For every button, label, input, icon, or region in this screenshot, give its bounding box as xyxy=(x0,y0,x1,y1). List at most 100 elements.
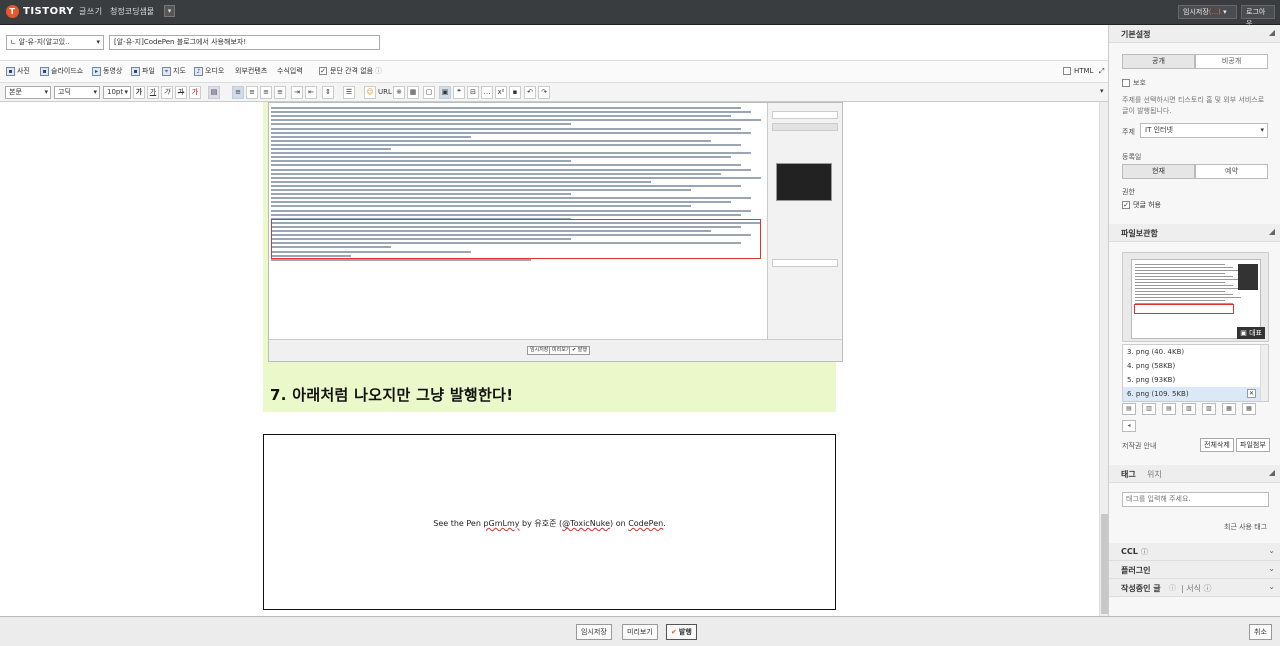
codepen-embed[interactable]: See the Pen pGmLmy by 유호준 (@ToxicNuke) o… xyxy=(263,434,836,610)
grid-icon[interactable]: ▦ xyxy=(1222,403,1236,415)
embedded-screenshot[interactable]: 임시저장 미리보기 ✔ 발행 xyxy=(268,102,843,362)
title-input[interactable]: [알-유-지]CodePen 블로그에서 사용해보자! xyxy=(109,35,380,50)
quote-icon[interactable]: ❝ xyxy=(453,86,465,99)
list-icon[interactable]: ☰ xyxy=(343,86,355,99)
blog-dropdown-icon[interactable]: ▾ xyxy=(164,5,175,17)
font-size-select[interactable]: 10pt ▾ xyxy=(103,86,131,99)
insert-slideshow-button[interactable]: ▪ 슬라이드쇼 xyxy=(40,65,83,77)
underline-icon[interactable]: 가 xyxy=(147,86,159,99)
quote-box-icon[interactable]: ▣ xyxy=(439,86,451,99)
outdent-icon[interactable]: ⇤ xyxy=(305,86,317,99)
cancel-button[interactable]: 취소 xyxy=(1249,624,1272,640)
protect-checkbox[interactable]: 보호 xyxy=(1122,78,1146,88)
allow-comments-checkbox[interactable]: ✓ 댓글 허용 xyxy=(1122,200,1161,210)
block-format-select[interactable]: 본문 ▾ xyxy=(5,86,51,99)
audio-file-icon[interactable]: ◂ xyxy=(1122,420,1136,432)
insert-audio-button[interactable]: ♪ 오디오 xyxy=(194,65,224,77)
representative-badge[interactable]: ▣ 대표 xyxy=(1237,327,1265,339)
pen-link[interactable]: pGmLmy xyxy=(483,519,519,528)
scrollbar-thumb[interactable] xyxy=(1101,514,1108,614)
align-justify-icon[interactable]: ≡ xyxy=(274,86,286,99)
align-center-image-icon[interactable]: ▥ xyxy=(1142,403,1156,415)
blog-name[interactable]: 청정코딩샘물 xyxy=(110,6,154,17)
paragraph-spacing-checkbox[interactable]: ✓ 문단 간격 없음 ⓘ xyxy=(319,65,382,77)
ccl-header[interactable]: CCL ⓘ ⌄ xyxy=(1109,543,1280,561)
italic-icon[interactable]: 가 xyxy=(161,86,173,99)
url-link-button[interactable]: URL xyxy=(378,88,392,96)
bold-icon[interactable]: 가 xyxy=(133,86,145,99)
category-select[interactable]: ㄴ 알-유-지(알고있.. ▾ xyxy=(6,35,104,50)
collapse-icon: ◢ xyxy=(1268,227,1275,236)
special-char-icon[interactable]: ※ xyxy=(393,86,405,99)
align-left-icon[interactable]: ≡ xyxy=(232,86,244,99)
fullscreen-icon[interactable]: ⤢ xyxy=(1099,65,1105,77)
topic-select[interactable]: IT 인터넷 ▾ xyxy=(1140,123,1268,138)
indent-icon[interactable]: ⇥ xyxy=(291,86,303,99)
editor-scrollbar[interactable] xyxy=(1099,102,1108,616)
register-now[interactable]: 현재 xyxy=(1122,164,1195,179)
file-list-item[interactable]: 5. png (93KB) xyxy=(1123,373,1268,387)
align-left-image-icon[interactable]: ▤ xyxy=(1122,403,1136,415)
insert-photo-button[interactable]: ▪ 사진 xyxy=(6,65,30,77)
temp-save-button[interactable]: 임시저장 xyxy=(576,624,612,640)
redo-icon[interactable]: ↷ xyxy=(538,86,550,99)
recent-tags-link[interactable]: 최근 사용 태그 xyxy=(1224,522,1267,532)
highlight-color-icon[interactable]: ▤ xyxy=(208,86,220,99)
visibility-private[interactable]: 비공개 xyxy=(1195,54,1268,69)
insert-video-button[interactable]: ▸ 동영상 xyxy=(92,65,122,77)
html-mode-checkbox[interactable]: HTML xyxy=(1063,65,1093,77)
insert-external-button[interactable]: 외부컨텐츠 xyxy=(235,65,267,77)
publish-button[interactable]: ✔ 발행 xyxy=(666,624,697,640)
delete-all-button[interactable]: 전체삭제 xyxy=(1200,438,1234,452)
editor-content[interactable]: 임시저장 미리보기 ✔ 발행 7. 아래처럼 나오지만 그냥 발행한다! See… xyxy=(0,102,1108,616)
preview-button[interactable]: 미리보기 xyxy=(622,624,658,640)
register-reserve[interactable]: 예약 xyxy=(1195,164,1268,179)
writing-header[interactable]: 작성중인 글 ⓘ | 서식 ⓘ ⌄ xyxy=(1109,579,1280,597)
undo-icon[interactable]: ↶ xyxy=(524,86,536,99)
file-list-item-selected[interactable]: 6. png (109. 5KB) ✕ xyxy=(1123,387,1268,401)
expand-toolbar-icon[interactable]: ▾ xyxy=(1100,87,1104,95)
page-break-icon[interactable]: ⊟ xyxy=(467,86,479,99)
tistory-logo[interactable]: T TISTORY 글쓰기 xyxy=(6,5,103,18)
file-storage-header[interactable]: 파일보관함 ◢ xyxy=(1109,224,1280,242)
tab-location[interactable]: 위치 xyxy=(1147,469,1162,480)
file-list-scrollbar[interactable] xyxy=(1260,345,1268,401)
temp-save-list-button[interactable]: 임시저장(...) ▾ xyxy=(1178,5,1237,19)
insert-formula-button[interactable]: 수식입력 xyxy=(277,65,303,77)
help-icon: ⓘ xyxy=(375,67,383,75)
code-line xyxy=(271,119,761,122)
align-right-icon[interactable]: ≡ xyxy=(260,86,272,99)
font-select[interactable]: 고딕 ▾ xyxy=(54,86,100,99)
align-center-icon[interactable]: ≡ xyxy=(246,86,258,99)
more-icon[interactable]: … xyxy=(481,86,493,99)
codepen-link[interactable]: CodePen xyxy=(628,519,663,528)
copyright-label[interactable]: 저작권 안내 xyxy=(1122,441,1156,451)
tag-input[interactable]: 태그를 입력해 주세요. xyxy=(1122,492,1269,507)
align-right-image-icon[interactable]: ▤ xyxy=(1162,403,1176,415)
line-height-icon[interactable]: ⇕ xyxy=(322,86,334,99)
user-link[interactable]: @ToxicNuke xyxy=(562,519,610,528)
file-list-item[interactable]: 4. png (58KB) xyxy=(1123,359,1268,373)
box-icon[interactable]: ▢ xyxy=(423,86,435,99)
superscript-icon[interactable]: x² xyxy=(495,86,507,99)
basic-settings-header[interactable]: 기본설정 ◢ xyxy=(1109,25,1280,43)
strikethrough-icon[interactable]: 가 xyxy=(175,86,187,99)
collapse-icon: ◢ xyxy=(1268,468,1275,477)
logout-button[interactable]: 로그아웃 xyxy=(1241,5,1275,28)
font-color-icon[interactable]: 가 xyxy=(189,86,201,99)
file-list-item[interactable]: 3. png (40. 4KB) xyxy=(1123,345,1268,359)
float-left-icon[interactable]: ▧ xyxy=(1182,403,1196,415)
insert-map-button[interactable]: ⌖ 지도 xyxy=(162,65,186,77)
emoticon-icon[interactable]: ☺ xyxy=(364,86,376,99)
table-icon[interactable]: ▦ xyxy=(407,86,419,99)
style-tab[interactable]: | 서식 ⓘ xyxy=(1181,583,1212,594)
visibility-public[interactable]: 공개 xyxy=(1122,54,1195,69)
plugin-header[interactable]: 플러그인 ⌄ xyxy=(1109,561,1280,579)
save-icon[interactable]: ▪ xyxy=(509,86,521,99)
delete-file-icon[interactable]: ✕ xyxy=(1247,389,1256,398)
float-right-icon[interactable]: ▨ xyxy=(1202,403,1216,415)
insert-file-button[interactable]: ▪ 파일 xyxy=(131,65,155,77)
grid-large-icon[interactable]: ▦ xyxy=(1242,403,1256,415)
file-upload-button[interactable]: 파일첨부 xyxy=(1236,438,1270,452)
tab-tag[interactable]: 태그 xyxy=(1121,469,1136,480)
